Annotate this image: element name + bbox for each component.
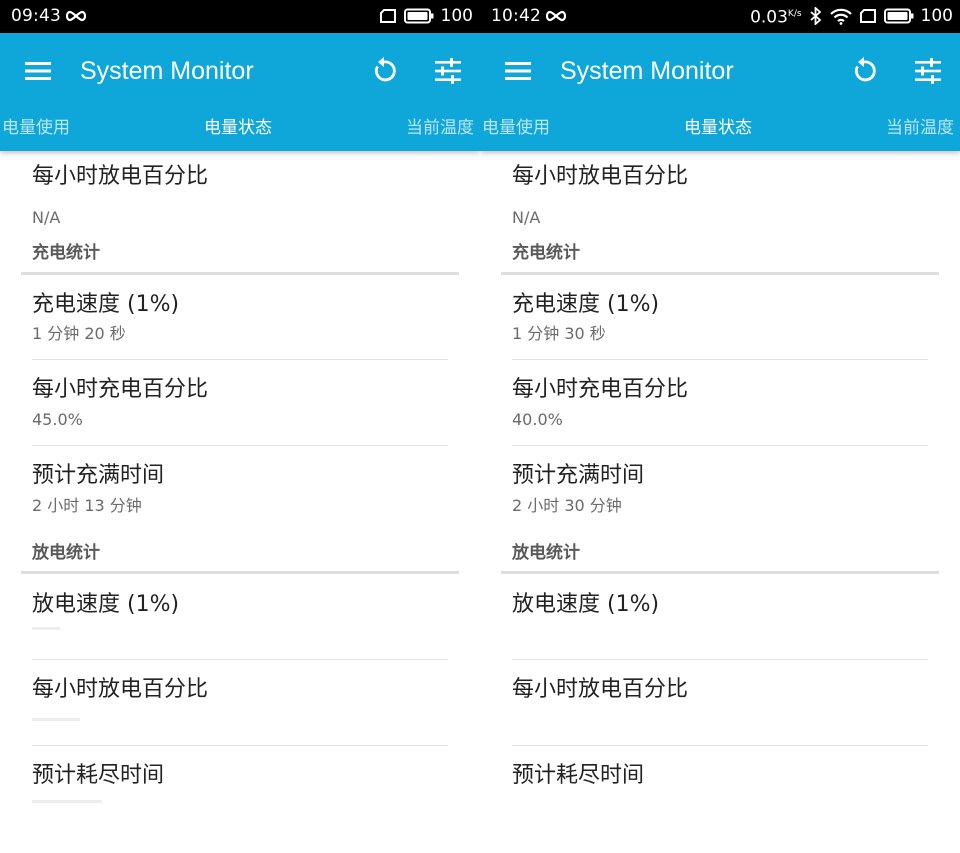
row-divider — [512, 745, 928, 746]
list-item-title: 放电速度 (1%) — [32, 592, 180, 617]
tab-temperature[interactable]: 当前温度 — [406, 117, 474, 139]
phone-screen-left: 09:43 100 System Monitor 电量使用 电量状态 当前温度 … — [0, 0, 480, 853]
row-divider — [32, 745, 448, 746]
section-title-discharge: 放电统计 — [32, 543, 100, 563]
section-divider — [21, 571, 459, 574]
tune-icon[interactable] — [434, 57, 462, 85]
app-title: System Monitor — [560, 57, 734, 85]
list-item-title: 预计耗尽时间 — [512, 763, 645, 788]
list-item-value: 2 小时 30 分钟 — [512, 496, 622, 515]
bluetooth-icon — [809, 7, 821, 25]
row-divider — [32, 659, 448, 660]
sim-icon — [859, 9, 876, 23]
battery-level: 100 — [440, 6, 473, 26]
infinity-icon — [65, 10, 87, 22]
row-divider — [512, 445, 928, 446]
battery-icon — [883, 8, 914, 24]
phone-screen-right: 10:42 0.03K/s 100 System Monitor 电量使用 电量… — [480, 0, 960, 853]
status-time: 10:42 — [491, 6, 541, 26]
status-bar: 09:43 100 — [0, 0, 480, 33]
refresh-icon[interactable] — [370, 57, 398, 85]
value-placeholder — [32, 627, 60, 630]
list-item-value: 2 小时 13 分钟 — [32, 496, 142, 515]
list-item-title: 每小时充电百分比 — [32, 377, 209, 402]
status-right-group: 0.03K/s 100 — [750, 6, 953, 28]
list-item-title: 每小时放电百分比 — [512, 677, 689, 702]
list-item-title: 预计耗尽时间 — [32, 763, 165, 788]
section-divider — [501, 571, 939, 574]
tab-power-usage[interactable]: 电量使用 — [482, 117, 550, 139]
list-item-title: 每小时充电百分比 — [512, 377, 689, 402]
menu-icon[interactable] — [505, 60, 531, 82]
menu-icon[interactable] — [25, 60, 51, 82]
section-divider — [21, 272, 459, 275]
list-item-title: 每小时放电百分比 — [32, 677, 209, 702]
list-item-title: 每小时放电百分比 — [512, 164, 689, 189]
row-divider — [512, 359, 928, 360]
tab-power-status[interactable]: 电量状态 — [204, 117, 272, 139]
row-divider — [512, 659, 928, 660]
app-bar: System Monitor 电量使用 电量状态 当前温度 — [0, 33, 480, 151]
list-item-value: 40.0% — [512, 410, 563, 429]
list-item-value: 1 分钟 20 秒 — [32, 324, 126, 343]
list-item-title: 每小时放电百分比 — [32, 164, 209, 189]
row-divider — [32, 359, 448, 360]
list-item-value: N/A — [512, 208, 541, 227]
section-title-discharge: 放电统计 — [512, 543, 580, 563]
list-item-value: 1 分钟 30 秒 — [512, 324, 606, 343]
refresh-icon[interactable] — [850, 57, 878, 85]
status-right-group: 100 — [379, 6, 473, 26]
app-title: System Monitor — [80, 57, 254, 85]
value-placeholder — [32, 718, 80, 721]
section-title-charge: 充电统计 — [32, 243, 100, 263]
status-time: 09:43 — [11, 6, 61, 26]
status-bar: 10:42 0.03K/s 100 — [480, 0, 960, 33]
infinity-icon — [545, 10, 567, 22]
list-item-title: 预计充满时间 — [512, 463, 645, 488]
network-speed: 0.03K/s — [750, 7, 802, 28]
list-item-value: N/A — [32, 208, 61, 227]
list-item-value: 45.0% — [32, 410, 83, 429]
sim-icon — [379, 9, 396, 23]
battery-icon — [403, 8, 434, 24]
list-item-title: 放电速度 (1%) — [512, 592, 660, 617]
tab-temperature[interactable]: 当前温度 — [886, 117, 954, 139]
section-divider — [501, 272, 939, 275]
section-title-charge: 充电统计 — [512, 243, 580, 263]
value-placeholder — [32, 800, 102, 803]
tune-icon[interactable] — [914, 57, 942, 85]
list-item-title: 充电速度 (1%) — [32, 292, 180, 317]
app-bar: System Monitor 电量使用 电量状态 当前温度 — [480, 33, 960, 151]
tab-power-status[interactable]: 电量状态 — [684, 117, 752, 139]
row-divider — [32, 445, 448, 446]
battery-level: 100 — [920, 6, 953, 26]
list-item-title: 充电速度 (1%) — [512, 292, 660, 317]
wifi-icon — [829, 8, 852, 25]
tab-power-usage[interactable]: 电量使用 — [2, 117, 70, 139]
list-item-title: 预计充满时间 — [32, 463, 165, 488]
